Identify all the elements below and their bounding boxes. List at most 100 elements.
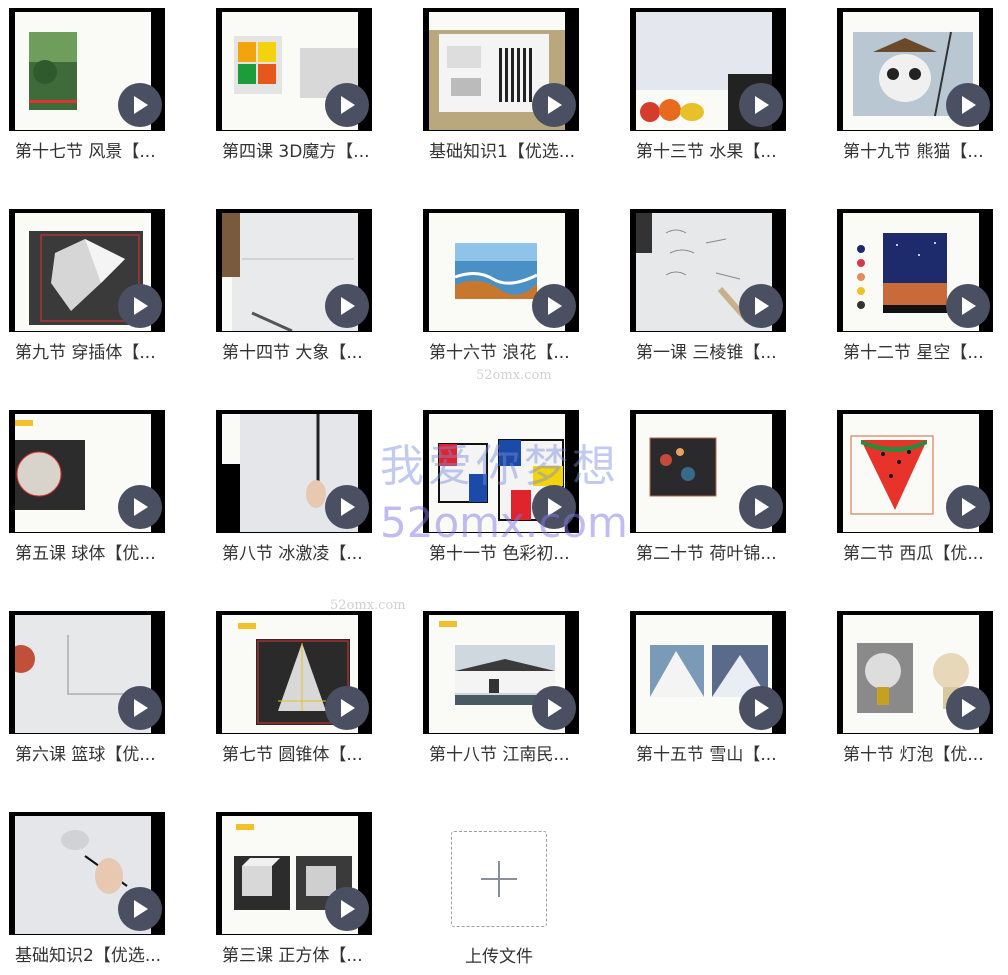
- video-thumbnail[interactable]: [9, 209, 165, 332]
- play-icon: [755, 699, 769, 717]
- video-title[interactable]: 第八节 冰激凌【...: [222, 543, 387, 565]
- video-tile[interactable]: 第九节 穿插体【...: [9, 209, 179, 363]
- play-icon: [134, 96, 148, 114]
- play-button[interactable]: [118, 686, 162, 730]
- video-thumbnail[interactable]: [837, 209, 993, 332]
- play-button[interactable]: [532, 686, 576, 730]
- video-title[interactable]: 第一课 三棱锥【...: [636, 342, 801, 364]
- video-title[interactable]: 第十六节 浪花【...: [429, 342, 594, 364]
- video-title[interactable]: 第三课 正方体【...: [222, 945, 387, 967]
- video-tile[interactable]: 第十二节 星空【...: [837, 209, 1007, 363]
- plus-icon: [481, 861, 517, 897]
- video-thumbnail[interactable]: [9, 812, 165, 935]
- play-button[interactable]: [325, 686, 369, 730]
- video-thumbnail[interactable]: [216, 209, 372, 332]
- video-tile[interactable]: 第十七节 风景【...: [9, 8, 179, 162]
- watermark-url: 52omx.com: [380, 498, 628, 547]
- upload-button[interactable]: [451, 831, 547, 927]
- play-icon: [341, 498, 355, 516]
- video-tile[interactable]: 第二十节 荷叶锦...: [630, 410, 800, 564]
- video-thumbnail[interactable]: [837, 410, 993, 533]
- video-title[interactable]: 第十三节 水果【...: [636, 141, 801, 163]
- play-icon: [548, 96, 562, 114]
- video-thumbnail[interactable]: [9, 611, 165, 734]
- video-thumbnail[interactable]: [630, 611, 786, 734]
- video-tile[interactable]: 第十三节 水果【...: [630, 8, 800, 162]
- video-thumbnail[interactable]: [630, 209, 786, 332]
- video-tile[interactable]: 第十九节 熊猫【...: [837, 8, 1007, 162]
- play-button[interactable]: [325, 485, 369, 529]
- video-title[interactable]: 第十四节 大象【...: [222, 342, 387, 364]
- play-icon: [962, 96, 976, 114]
- play-icon: [755, 297, 769, 315]
- video-thumbnail[interactable]: [630, 8, 786, 131]
- video-title[interactable]: 第二十节 荷叶锦...: [636, 543, 801, 565]
- play-icon: [548, 297, 562, 315]
- play-button[interactable]: [118, 284, 162, 328]
- play-button[interactable]: [325, 284, 369, 328]
- video-tile[interactable]: 第四课 3D魔方【...: [216, 8, 386, 162]
- video-thumbnail[interactable]: [423, 8, 579, 131]
- video-tile[interactable]: 基础知识2【优选...: [9, 812, 179, 966]
- play-button[interactable]: [325, 83, 369, 127]
- video-thumbnail[interactable]: [216, 8, 372, 131]
- play-button[interactable]: [118, 83, 162, 127]
- video-tile[interactable]: 第三课 正方体【...: [216, 812, 386, 966]
- video-tile[interactable]: 第十八节 江南民...: [423, 611, 593, 765]
- video-tile[interactable]: 第十五节 雪山【...: [630, 611, 800, 765]
- watermark-small: 52omx.com: [330, 598, 406, 613]
- video-thumbnail[interactable]: [423, 611, 579, 734]
- video-tile[interactable]: 第五课 球体【优...: [9, 410, 179, 564]
- play-icon: [134, 498, 148, 516]
- video-title[interactable]: 基础知识2【优选...: [15, 945, 180, 967]
- video-title[interactable]: 第十七节 风景【...: [15, 141, 180, 163]
- watermark-small: 52omx.com: [476, 368, 552, 383]
- video-thumbnail[interactable]: [216, 611, 372, 734]
- video-title[interactable]: 第十节 灯泡【优...: [843, 744, 1008, 766]
- video-thumbnail[interactable]: [423, 209, 579, 332]
- video-title[interactable]: 第二节 西瓜【优...: [843, 543, 1008, 565]
- play-icon: [134, 297, 148, 315]
- play-icon: [341, 699, 355, 717]
- play-button[interactable]: [118, 887, 162, 931]
- play-button[interactable]: [739, 83, 783, 127]
- video-tile[interactable]: 第八节 冰激凌【...: [216, 410, 386, 564]
- video-tile[interactable]: 第七节 圆锥体【...: [216, 611, 386, 765]
- video-tile[interactable]: 第十四节 大象【...: [216, 209, 386, 363]
- video-tile[interactable]: 第六课 篮球【优...: [9, 611, 179, 765]
- play-button[interactable]: [118, 485, 162, 529]
- video-thumbnail[interactable]: [216, 812, 372, 935]
- video-thumbnail[interactable]: [630, 410, 786, 533]
- video-title[interactable]: 第十九节 熊猫【...: [843, 141, 1008, 163]
- video-title[interactable]: 第九节 穿插体【...: [15, 342, 180, 364]
- video-title[interactable]: 第五课 球体【优...: [15, 543, 180, 565]
- video-title[interactable]: 第四课 3D魔方【...: [222, 141, 387, 163]
- video-title[interactable]: 基础知识1【优选...: [429, 141, 594, 163]
- play-button[interactable]: [946, 485, 990, 529]
- video-thumbnail[interactable]: [9, 8, 165, 131]
- video-tile[interactable]: 第二节 西瓜【优...: [837, 410, 1007, 564]
- video-thumbnail[interactable]: [837, 611, 993, 734]
- video-thumbnail[interactable]: [837, 8, 993, 131]
- video-title[interactable]: 第十五节 雪山【...: [636, 744, 801, 766]
- play-button[interactable]: [532, 83, 576, 127]
- play-button[interactable]: [739, 284, 783, 328]
- video-thumbnail[interactable]: [9, 410, 165, 533]
- play-button[interactable]: [739, 485, 783, 529]
- video-title[interactable]: 第六课 篮球【优...: [15, 744, 180, 766]
- video-title[interactable]: 第七节 圆锥体【...: [222, 744, 387, 766]
- play-button[interactable]: [739, 686, 783, 730]
- play-button[interactable]: [532, 284, 576, 328]
- video-title[interactable]: 第十八节 江南民...: [429, 744, 594, 766]
- video-thumbnail[interactable]: [216, 410, 372, 533]
- video-tile[interactable]: 第一课 三棱锥【...: [630, 209, 800, 363]
- play-button[interactable]: [946, 83, 990, 127]
- play-icon: [755, 498, 769, 516]
- video-tile[interactable]: 第十节 灯泡【优...: [837, 611, 1007, 765]
- play-button[interactable]: [946, 284, 990, 328]
- video-tile[interactable]: 第十六节 浪花【...: [423, 209, 593, 363]
- play-button[interactable]: [946, 686, 990, 730]
- video-title[interactable]: 第十二节 星空【...: [843, 342, 1008, 364]
- play-button[interactable]: [325, 887, 369, 931]
- video-tile[interactable]: 基础知识1【优选...: [423, 8, 593, 162]
